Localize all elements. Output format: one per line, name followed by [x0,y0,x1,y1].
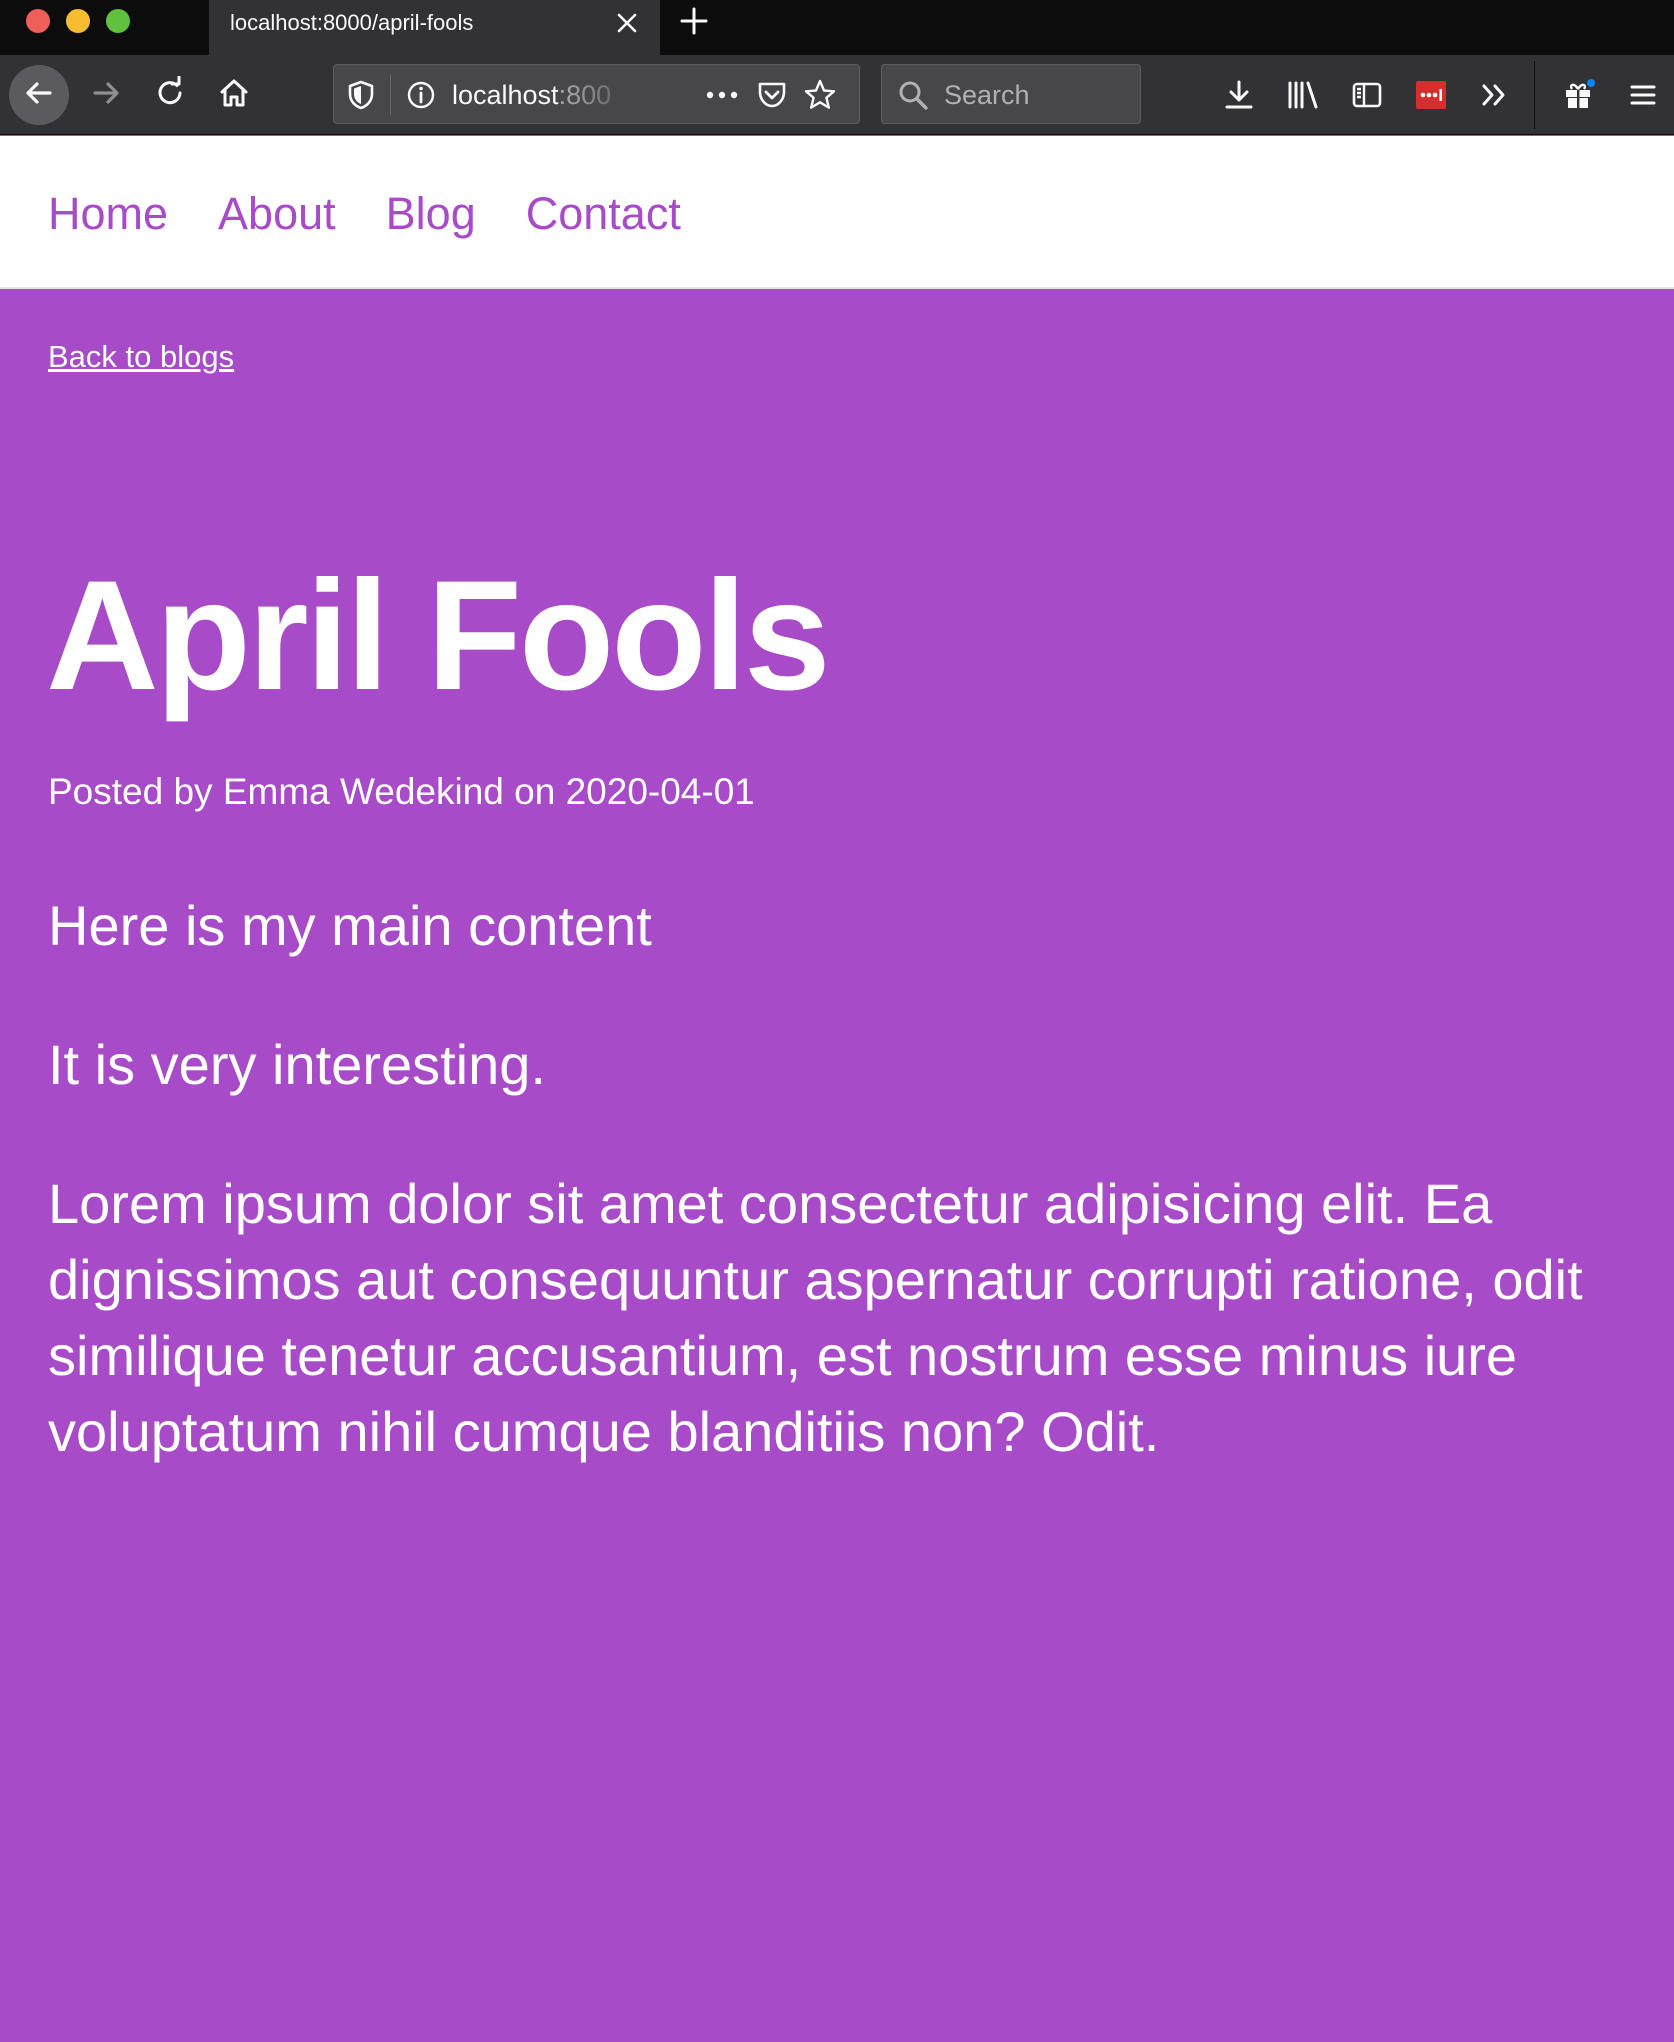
browser-tab-active[interactable]: localhost:8000/april-fools [209,0,660,55]
url-text[interactable]: localhost:800 [452,80,642,110]
search-icon [896,78,930,112]
download-icon[interactable] [1217,73,1261,117]
url-bar-divider [390,75,391,115]
nav-item-blog: Blog [386,188,476,240]
arrow-right-icon [89,76,123,115]
more-icon[interactable] [702,78,742,112]
url-host: localhost [452,80,559,110]
post-title: April Fools [46,549,831,723]
pocket-icon[interactable] [754,77,790,113]
window-minimize-button[interactable] [66,9,90,33]
library-icon[interactable] [1281,73,1325,117]
tab-title: localhost:8000/april-fools [230,10,474,35]
post-meta: Posted by Emma Wedekind on 2020-04-01 [48,771,755,812]
shield-icon[interactable] [344,78,378,112]
reload-icon [153,75,187,115]
nav-item-home: Home [48,188,168,240]
post-paragraph: Here is my main content [48,894,652,957]
nav-list: Home About Blog Contact [48,188,681,240]
forward-button[interactable] [76,65,136,125]
search-placeholder: Search [944,80,1030,110]
nav-link-blog[interactable]: Blog [386,188,476,239]
site-nav: Home About Blog Contact [0,136,1674,289]
star-icon[interactable] [802,77,838,113]
nav-item-contact: Contact [526,188,681,240]
info-icon[interactable] [404,78,438,112]
lastpass-icon[interactable] [1409,73,1453,117]
home-button[interactable] [204,65,264,125]
gift-icon[interactable] [1557,73,1601,117]
hamburger-icon[interactable] [1621,73,1665,117]
nav-link-contact[interactable]: Contact [526,188,681,239]
reload-button[interactable] [140,65,200,125]
nav-link-home[interactable]: Home [48,188,168,239]
toolbar-divider [1534,61,1535,129]
page-viewport: Home About Blog Contact Back to blogs Ap… [0,136,1674,2042]
url-port: :800 [558,80,612,110]
window-zoom-button[interactable] [106,9,130,33]
back-to-blogs-link[interactable]: Back to blogs [48,338,234,376]
sidebar-icon[interactable] [1345,73,1389,117]
post-body: Here is my main content It is very inter… [48,888,1658,1533]
search-bar[interactable]: Search [881,64,1141,124]
home-icon [217,76,251,115]
back-button[interactable] [9,65,69,125]
close-icon[interactable] [614,10,640,36]
post-paragraph: It is very interesting. [48,1033,546,1096]
window-close-button[interactable] [26,9,50,33]
post-paragraph: Lorem ipsum dolor sit amet consectetur a… [48,1172,1583,1463]
chevron-double-right-icon[interactable] [1473,73,1517,117]
arrow-left-icon [22,76,56,115]
nav-item-about: About [218,188,336,240]
browser-toolbar: localhost:800 Search [0,55,1674,135]
browser-titlebar: localhost:8000/april-fools [0,0,1674,55]
nav-link-about[interactable]: About [218,188,336,239]
plus-icon[interactable] [678,5,710,37]
url-bar[interactable]: localhost:800 [333,64,860,124]
